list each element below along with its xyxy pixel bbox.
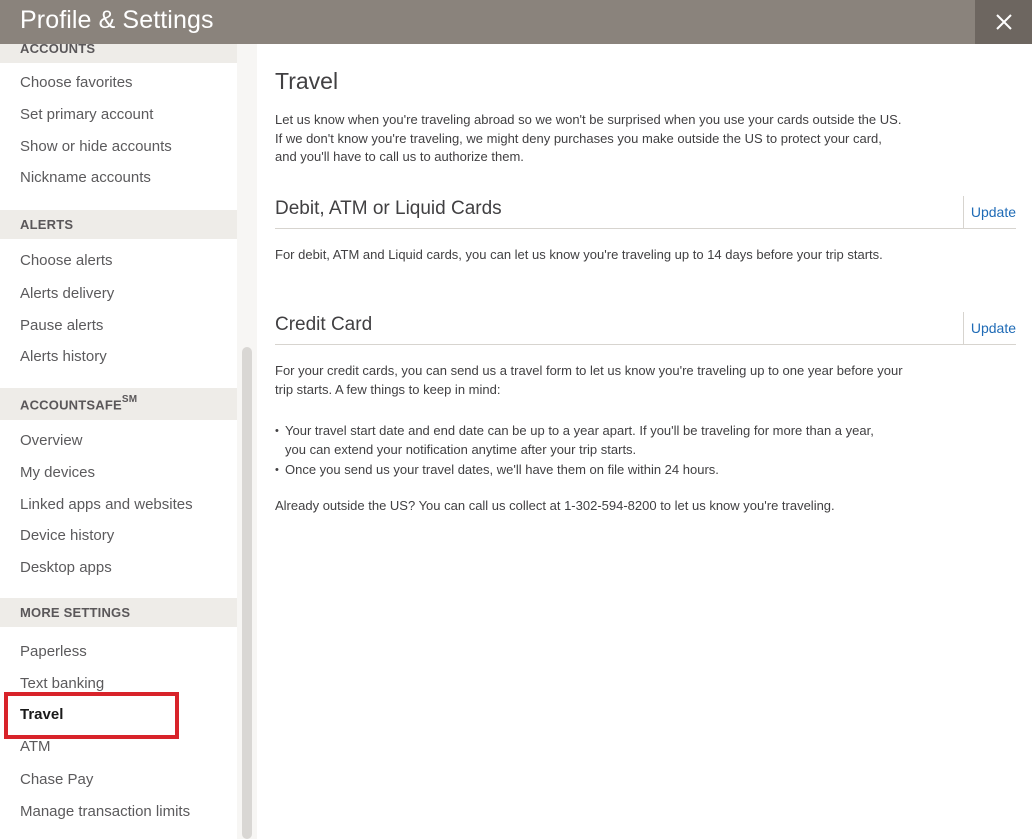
section-heading-accountsafe-label: ACCOUNTSAFE — [20, 397, 122, 413]
sidebar-item-atm[interactable]: ATM — [20, 738, 51, 755]
list-item: Once you send us your travel dates, we'l… — [275, 461, 885, 480]
debit-section-rule — [275, 228, 1016, 229]
credit-section-rule — [275, 344, 1016, 345]
sidebar-item-my-devices[interactable]: My devices — [20, 464, 95, 481]
sidebar-item-alerts-delivery[interactable]: Alerts delivery — [20, 285, 114, 302]
section-heading-alerts: ALERTS — [0, 210, 237, 239]
travel-intro-text: Let us know when you're traveling abroad… — [275, 112, 902, 164]
sidebar-item-nickname-accounts[interactable]: Nickname accounts — [20, 169, 151, 186]
debit-section-text: For debit, ATM and Liquid cards, you can… — [275, 247, 883, 262]
sidebar-item-device-history[interactable]: Device history — [20, 527, 114, 544]
credit-section-text: For your credit cards, you can send us a… — [275, 363, 903, 397]
sidebar-item-paperless[interactable]: Paperless — [20, 643, 87, 660]
close-button[interactable] — [975, 0, 1032, 44]
sidebar-item-choose-favorites[interactable]: Choose favorites — [20, 74, 133, 91]
debit-update-link[interactable]: Update — [971, 204, 1016, 220]
sidebar-item-show-hide-accounts[interactable]: Show or hide accounts — [20, 138, 172, 155]
credit-update-link[interactable]: Update — [971, 320, 1016, 336]
settings-sidebar: ACCOUNTS Choose favorites Set primary ac… — [0, 44, 237, 839]
section-heading-accountsafe: ACCOUNTSAFESM — [0, 388, 237, 420]
page-title: Travel — [275, 68, 339, 94]
sidebar-item-linked-apps[interactable]: Linked apps and websites — [20, 496, 193, 513]
section-heading-accounts-label: ACCOUNTS — [20, 44, 96, 56]
section-heading-accounts: ACCOUNTS — [0, 44, 237, 63]
section-heading-alerts-label: ALERTS — [20, 217, 74, 232]
sidebar-item-pause-alerts[interactable]: Pause alerts — [20, 317, 103, 334]
sidebar-item-text-banking[interactable]: Text banking — [20, 675, 104, 692]
section-heading-more-settings-label: MORE SETTINGS — [20, 605, 131, 620]
app-header: Profile & Settings — [0, 0, 1032, 44]
sidebar-item-manage-transaction-limits[interactable]: Manage transaction limits — [20, 803, 190, 820]
debit-section-title: Debit, ATM or Liquid Cards — [275, 198, 502, 219]
sidebar-item-alerts-history[interactable]: Alerts history — [20, 348, 107, 365]
debit-update-divider — [963, 196, 964, 228]
credit-bullet-list: Your travel start date and end date can … — [275, 422, 885, 482]
credit-update-divider — [963, 312, 964, 344]
credit-section-title: Credit Card — [275, 314, 373, 335]
sidebar-item-chase-pay[interactable]: Chase Pay — [20, 771, 93, 788]
list-item: Your travel start date and end date can … — [275, 422, 885, 459]
sidebar-item-set-primary-account[interactable]: Set primary account — [20, 106, 153, 123]
sidebar-item-desktop-apps[interactable]: Desktop apps — [20, 559, 112, 576]
sidebar-item-choose-alerts[interactable]: Choose alerts — [20, 252, 113, 269]
service-mark: SM — [121, 394, 138, 405]
page-header-title: Profile & Settings — [20, 6, 214, 34]
sidebar-item-travel[interactable]: Travel — [20, 706, 63, 723]
outside-us-text: Already outside the US? You can call us … — [275, 498, 835, 513]
sidebar-scrollbar-thumb[interactable] — [242, 347, 252, 839]
sidebar-item-overview[interactable]: Overview — [20, 432, 83, 449]
close-icon — [996, 14, 1012, 30]
section-heading-more-settings: MORE SETTINGS — [0, 598, 237, 627]
